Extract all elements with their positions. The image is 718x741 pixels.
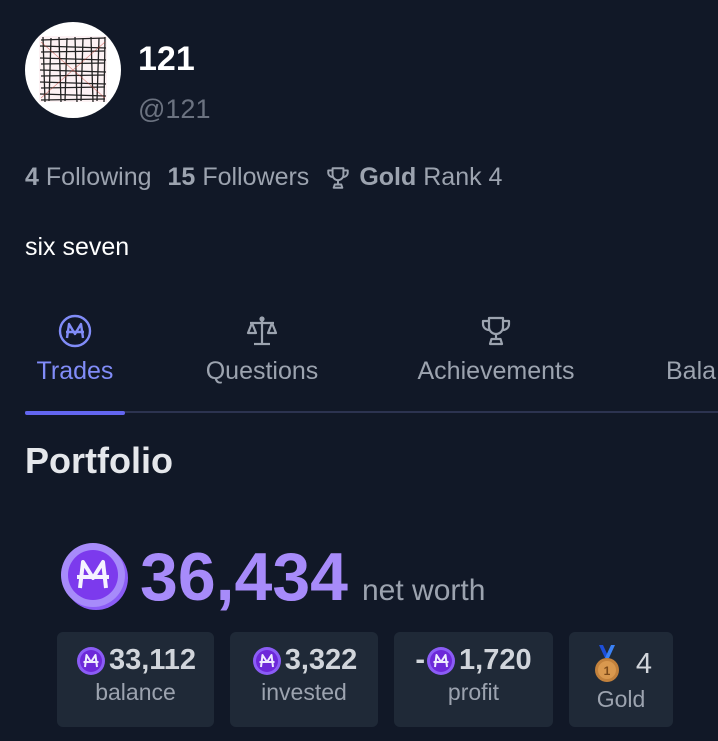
net-worth-value: 36,434	[140, 539, 348, 615]
mana-coin-icon	[76, 646, 105, 675]
portfolio-title: Portfolio	[25, 440, 173, 481]
scribble-avatar-image	[39, 36, 107, 103]
mana-coin-icon	[61, 543, 128, 610]
tab-balance[interactable]: Bala	[666, 313, 718, 413]
profit-value: 1,720	[459, 644, 532, 676]
followers-count: 15	[167, 163, 196, 191]
tab-trades[interactable]: Trades	[25, 313, 125, 415]
tab-label: Questions	[205, 357, 319, 385]
tab-questions[interactable]: Questions	[197, 313, 327, 413]
rank-card: 1 4 Gold	[569, 632, 673, 727]
display-name: 121	[138, 40, 195, 78]
following-link[interactable]: 4 Following	[25, 163, 152, 192]
scales-icon	[246, 316, 278, 346]
mana-coin-icon	[427, 646, 456, 675]
profile-tabs: Trades Questions Achievements Bala	[25, 313, 718, 415]
invested-label: invested	[261, 679, 347, 705]
tab-label: Achievements	[417, 357, 575, 385]
balance-label: balance	[95, 679, 176, 705]
mana-coin-icon	[58, 314, 92, 348]
net-worth-label: net worth	[361, 574, 486, 607]
profit-card: - 1,720 profit	[394, 632, 553, 727]
balance-card: 33,112 balance	[57, 632, 214, 727]
username: @121	[138, 94, 211, 124]
net-worth: 36,434 net worth	[58, 540, 485, 612]
following-label: Following	[45, 163, 152, 191]
invested-card: 3,322 invested	[230, 632, 378, 727]
mana-coin-icon	[252, 646, 281, 675]
balance-value: 33,112	[108, 644, 197, 676]
tab-label: Bala	[666, 357, 717, 385]
profit-sign: -	[415, 644, 426, 676]
tab-label: Trades	[36, 357, 114, 385]
profile-stats: 4 Following 15 Followers Gold Rank 4	[25, 163, 502, 192]
rank-text: Rank 4	[423, 163, 503, 191]
svg-text:1: 1	[604, 664, 611, 678]
rank-value: 4	[635, 647, 653, 680]
following-count: 4	[25, 163, 39, 191]
rank-label: Gold	[596, 686, 646, 712]
invested-value: 3,322	[284, 644, 358, 676]
medal-icon: 1	[594, 645, 619, 682]
followers-label: Followers	[202, 163, 310, 191]
trophy-icon	[481, 316, 511, 346]
rank-link[interactable]: Gold Rank 4	[325, 163, 502, 192]
active-tab-indicator	[25, 411, 125, 415]
profit-label: profit	[447, 679, 500, 705]
avatar[interactable]	[25, 22, 121, 118]
tab-achievements[interactable]: Achievements	[405, 313, 587, 413]
bio: six seven	[25, 233, 130, 261]
trophy-icon	[327, 166, 350, 189]
followers-link[interactable]: 15 Followers	[168, 163, 310, 192]
rank-tier: Gold	[359, 163, 417, 191]
